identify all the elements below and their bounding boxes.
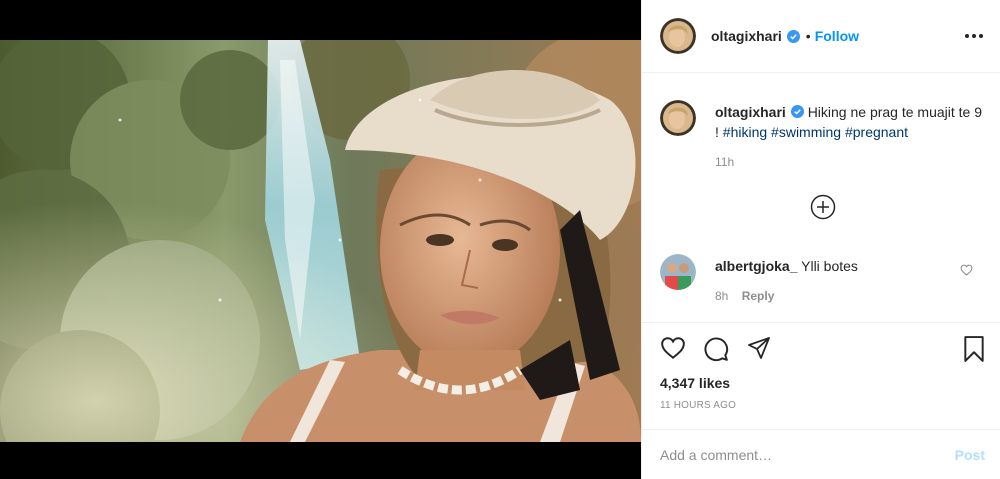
like-count[interactable]: 4,347 likes [660, 375, 730, 391]
heart-icon[interactable] [660, 336, 686, 365]
post-header: oltagixhari • Follow [642, 0, 1000, 73]
comments-area: oltagixhari Hiking ne prag te muajit te … [642, 73, 1000, 323]
share-icon[interactable] [746, 336, 772, 365]
hashtag-link[interactable]: #pregnant [845, 124, 908, 140]
photo-pane [0, 0, 641, 479]
commenter-avatar[interactable] [660, 254, 696, 290]
action-bar [660, 336, 990, 364]
reply-button[interactable]: Reply [742, 289, 775, 303]
author-username[interactable]: oltagixhari [711, 28, 782, 44]
hashtag-link[interactable]: #hiking [723, 124, 767, 140]
comment-heart-icon[interactable] [960, 263, 973, 281]
comment-meta: 8h Reply [715, 289, 784, 303]
comment-input[interactable] [660, 446, 955, 463]
separator-dot: • [805, 28, 811, 44]
post-timestamp[interactable]: 11 HOURS AGO [660, 400, 736, 411]
selfie-waterfall-image [0, 40, 641, 442]
comment-username[interactable]: albertgjoka_ [715, 258, 797, 274]
add-comment-bar: Post [642, 429, 1000, 479]
author-avatar[interactable] [660, 18, 696, 54]
post-modal: oltagixhari • Follow oltagixhari Hiking … [0, 0, 1000, 479]
comment-text: Ylli botes [801, 258, 858, 274]
bookmark-icon[interactable] [962, 336, 986, 367]
verified-badge-icon [786, 29, 800, 43]
caption-avatar[interactable] [660, 100, 696, 136]
caption-avatar-wrap [660, 100, 696, 136]
plus-circle-icon[interactable] [810, 194, 836, 225]
follow-button[interactable]: Follow [815, 28, 859, 44]
verified-badge-icon [790, 105, 804, 118]
comment-avatar-wrap [660, 254, 696, 290]
hashtag-link[interactable]: #swimming [771, 124, 841, 140]
caption-username[interactable]: oltagixhari [715, 104, 786, 120]
comment-time[interactable]: 8h [715, 289, 728, 303]
caption: oltagixhari Hiking ne prag te muajit te … [715, 102, 985, 142]
post-comment-button[interactable]: Post [955, 447, 985, 463]
comment-icon[interactable] [703, 336, 729, 367]
post-photo[interactable] [0, 40, 641, 442]
post-sidebar: oltagixhari • Follow oltagixhari Hiking … [641, 0, 1000, 479]
caption-timestamp[interactable]: 11h [715, 155, 734, 169]
comment: albertgjoka_ Ylli botes [715, 258, 858, 274]
more-options-icon[interactable] [964, 33, 984, 39]
